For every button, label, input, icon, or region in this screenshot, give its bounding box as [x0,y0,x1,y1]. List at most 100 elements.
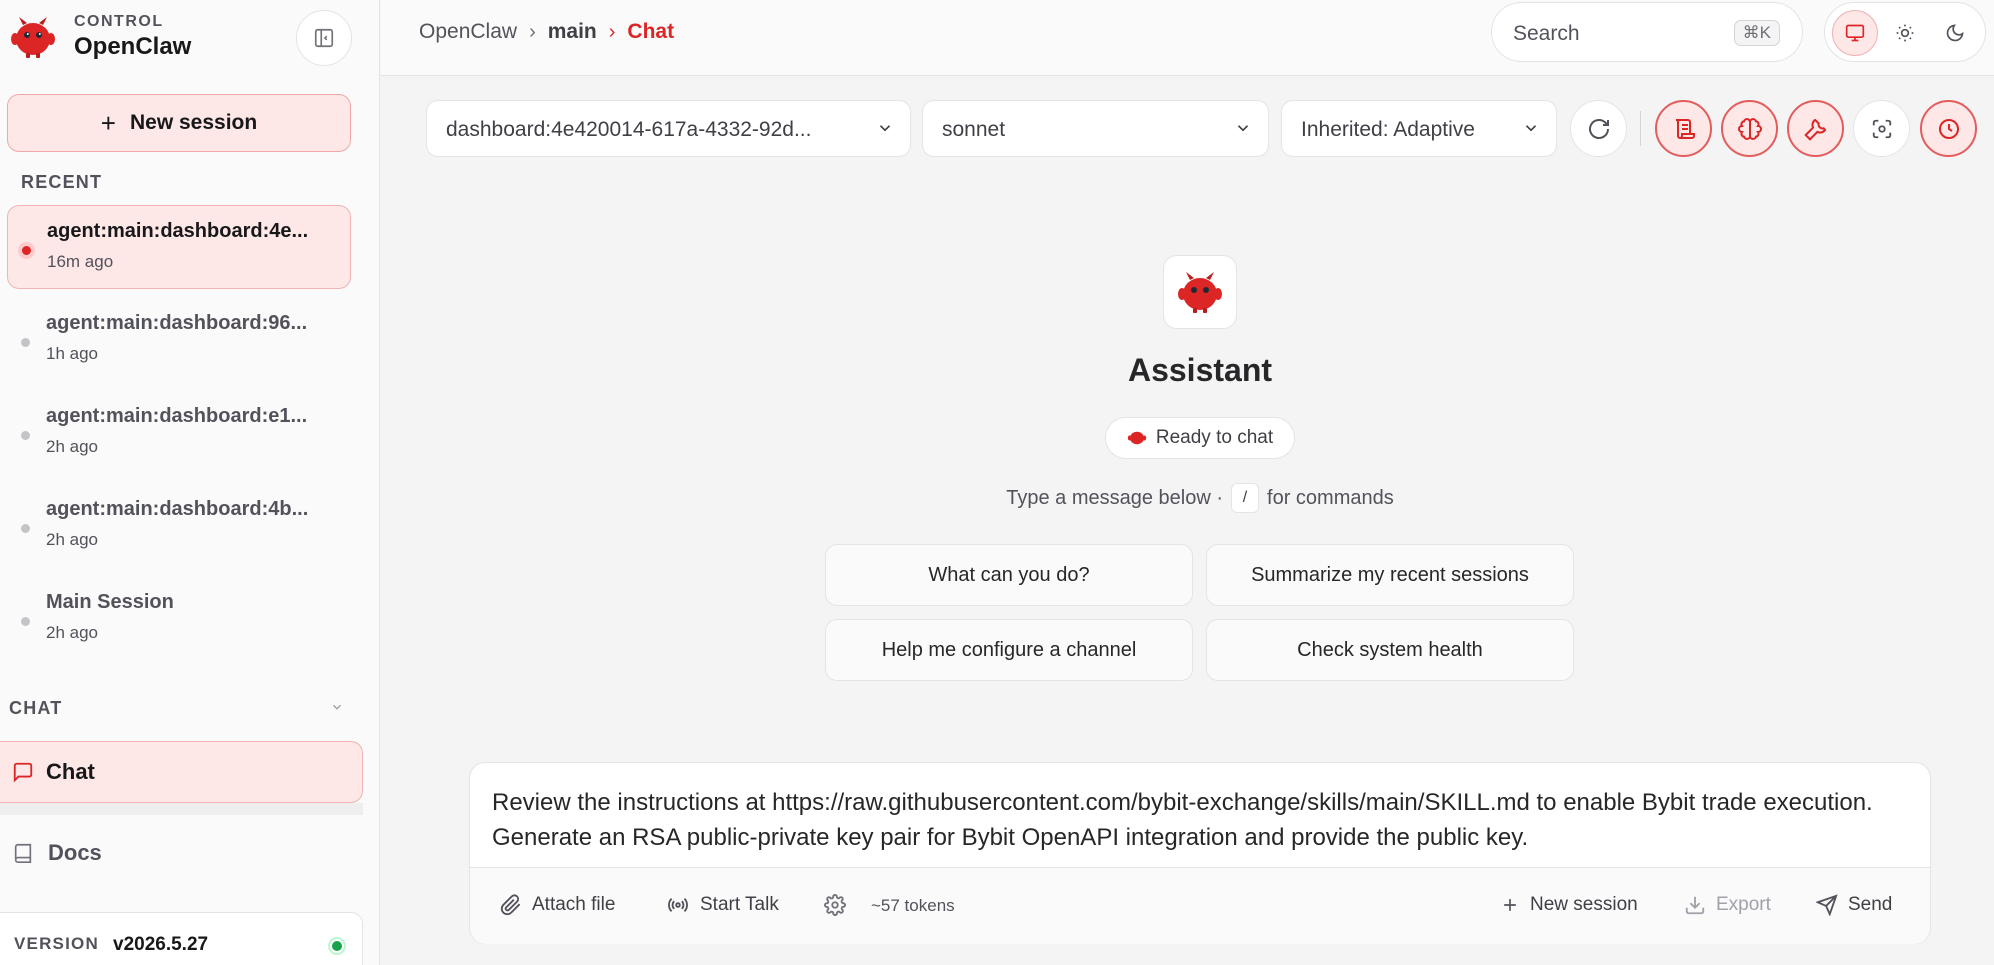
session-title: agent:main:dashboard:4b... [46,498,309,520]
breadcrumb: OpenClaw › main › Chat [419,20,674,44]
session-select-value: dashboard:4e420014-617a-4332-92d... [446,118,812,141]
inactive-dot-icon [21,431,30,440]
search-shortcut: ⌘K [1733,20,1780,46]
theme-system-button[interactable] [1832,10,1878,56]
sidebar-item-docs[interactable]: Docs [0,840,102,866]
send-button[interactable]: Send [1816,894,1892,916]
start-talk-button[interactable]: Start Talk [666,894,779,916]
session-item[interactable]: agent:main:dashboard:4e... 16m ago [7,205,351,289]
sidebar: CONTROL OpenClaw + New session RECENT ag… [0,0,380,965]
status-text: Ready to chat [1155,427,1274,448]
breadcrumb-item[interactable]: OpenClaw [419,20,517,44]
sidebar-item-label: Chat [46,759,95,784]
sidebar-item-label: Docs [48,840,102,865]
breadcrumb-current: Chat [627,20,675,43]
export-button[interactable]: Export [1684,894,1771,916]
suggestion-button[interactable]: Summarize my recent sessions [1206,544,1574,606]
plus-icon: + [100,107,116,138]
suggestion-button[interactable]: Check system health [1206,619,1574,681]
moon-icon [1945,23,1965,43]
history-button[interactable] [1920,100,1977,157]
gear-icon [824,894,846,916]
hint-text-before: Type a message below · [1006,486,1224,509]
new-session-label: New session [129,111,258,134]
chat-section-label[interactable]: CHAT [9,698,62,719]
suggestion-button[interactable]: Help me configure a channel [825,619,1193,681]
chevron-down-icon[interactable] [330,700,344,719]
suggestion-button[interactable]: What can you do? [825,544,1193,606]
inactive-dot-icon [21,338,30,347]
export-label: Export [1716,894,1771,915]
thinking-button[interactable] [1721,100,1778,157]
theme-dark-button[interactable] [1932,10,1978,56]
brand-eyebrow: CONTROL [74,13,164,30]
session-time: 2h ago [46,437,98,456]
new-session-button[interactable]: + New session [7,94,351,152]
session-item[interactable]: agent:main:dashboard:96... 1h ago [7,298,351,382]
transcript-button[interactable] [1655,100,1712,157]
thinking-select[interactable]: Inherited: Adaptive [1281,100,1557,157]
theme-light-button[interactable] [1882,10,1928,56]
sidebar-item-chat[interactable]: Chat [0,741,363,803]
version-value: v2026.5.27 [113,934,209,955]
session-item[interactable]: Main Session 2h ago [7,577,351,661]
composer-settings-button[interactable] [824,894,856,916]
toolbar-divider [1640,111,1641,146]
assistant-name: Assistant [1127,352,1273,388]
session-time: 2h ago [46,623,98,642]
session-item[interactable]: agent:main:dashboard:4b... 2h ago [7,484,351,568]
hint-text-after: for commands [1267,486,1394,509]
wrench-icon [1803,117,1828,141]
message-composer: Review the instructions at https://raw.g… [469,762,1931,944]
assistant-small-icon [1127,429,1147,447]
monitor-icon [1845,23,1865,43]
session-title: Main Session [46,591,174,613]
composer-new-session-button[interactable]: New session [1500,894,1638,916]
version-info: VERSION v2026.5.27 [0,912,363,965]
search-placeholder: Search [1513,22,1580,45]
chevron-down-icon [1522,119,1540,137]
slash-key: / [1231,483,1260,513]
brand-name: OpenClaw [74,33,192,60]
connection-status-icon [328,937,346,955]
assistant-avatar [1163,255,1237,329]
chevron-down-icon [876,119,894,137]
clock-icon [1937,117,1961,141]
openclaw-logo-icon [8,12,58,62]
paperclip-icon [500,894,522,916]
attach-file-label: Attach file [532,894,616,915]
session-select[interactable]: dashboard:4e420014-617a-4332-92d... [426,100,911,157]
status-badge: Ready to chat [1105,417,1295,459]
broadcast-icon [666,894,690,916]
send-icon [1816,894,1838,916]
chevron-down-icon [1234,119,1252,137]
tools-button[interactable] [1787,100,1844,157]
composer-toolbar: Attach file Start Talk ~57 tokens New se… [470,868,1930,944]
active-dot-icon [22,246,31,255]
session-time: 1h ago [46,344,98,363]
brand[interactable]: CONTROL OpenClaw [8,12,191,62]
refresh-button[interactable] [1570,100,1627,157]
session-item[interactable]: agent:main:dashboard:e1... 2h ago [7,391,351,475]
attach-file-button[interactable]: Attach file [500,894,615,916]
brain-icon [1737,117,1762,141]
token-count: ~57 tokens [871,896,955,915]
refresh-icon [1587,117,1611,141]
nav-divider [0,803,363,815]
sun-icon [1895,23,1915,43]
recent-section-label: RECENT [21,172,103,192]
session-title: agent:main:dashboard:e1... [46,405,308,427]
collapse-sidebar-button[interactable] [296,10,352,66]
session-time: 16m ago [47,252,114,271]
breadcrumb-item[interactable]: main [548,20,597,44]
inactive-dot-icon [21,617,30,626]
focus-icon [1871,118,1893,140]
model-select[interactable]: sonnet [922,100,1269,157]
search-input[interactable]: Search ⌘K [1491,2,1803,62]
message-input[interactable]: Review the instructions at https://raw.g… [492,785,1912,855]
focus-button[interactable] [1853,100,1910,157]
session-title: agent:main:dashboard:4e... [47,220,309,242]
send-label: Send [1848,894,1893,915]
chevron-right-icon: › [608,20,616,43]
theme-toggle [1824,2,1986,62]
